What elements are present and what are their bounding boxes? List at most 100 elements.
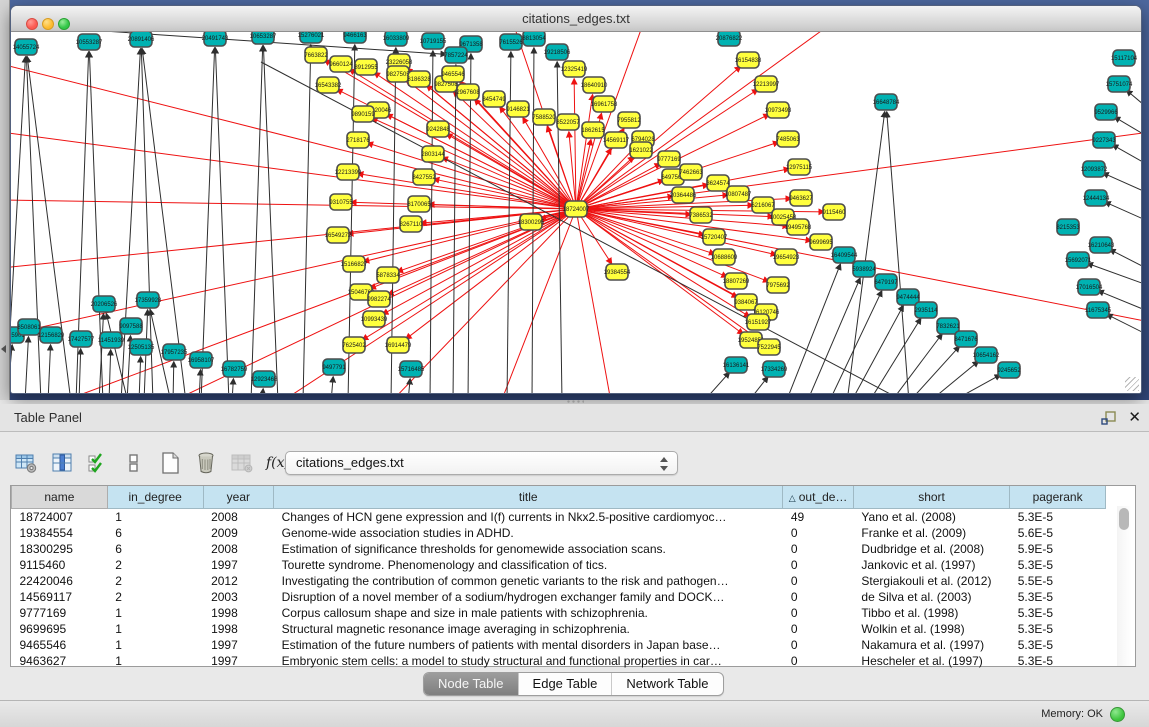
graph-node[interactable]: 20491743 [202,32,229,46]
graph-node-selected[interactable]: 12975115 [786,159,813,175]
graph-node[interactable]: 2935114 [915,302,939,318]
graph-node-selected[interactable]: 9463627 [789,190,813,206]
graph-node-selected[interactable]: 7386532 [689,207,713,223]
table-cell[interactable]: Tourette syndrome. Phenomenology and cla… [274,557,783,573]
graph-node-selected[interactable]: 19495768 [785,219,812,235]
float-window-icon[interactable] [1101,410,1117,426]
graph-edge[interactable] [1107,314,1141,336]
graph-node[interactable]: 16409544 [831,247,858,263]
graph-node[interactable]: 12444134 [1083,190,1110,206]
graph-edge[interactable] [109,350,111,393]
column-header-year[interactable]: year [203,486,274,509]
graph-node-selected[interactable]: 7955812 [617,112,641,128]
table-cell[interactable]: 5.3E-5 [1010,589,1106,605]
table-scrollbar-thumb[interactable] [1119,508,1129,530]
table-row[interactable]: 977716911998Corpus callosum shape and si… [12,605,1106,621]
table-cell[interactable]: 5.9E-5 [1010,541,1106,557]
table-cell[interactable]: Corpus callosum shape and size in male p… [274,605,783,621]
graph-edge[interactable] [869,319,921,393]
graph-node-selected[interactable]: 10688609 [711,249,738,265]
graph-edge[interactable] [1113,145,1141,166]
graph-node[interactable]: 16648784 [873,94,900,110]
table-cell[interactable]: Nakamura et al. (1997) [853,637,1009,653]
graph-node[interactable]: 20891406 [128,32,155,47]
graph-node[interactable]: 10654162 [973,347,1000,363]
table-row[interactable]: 946362711997Embryonic stem cells: a mode… [12,653,1106,669]
graph-node-selected[interactable]: 16914479 [385,337,412,353]
table-cell[interactable]: 5.3E-5 [1010,621,1106,637]
graph-node-selected[interactable]: 19384554 [604,264,631,280]
graph-node-selected[interactable]: 9777169 [657,151,681,167]
table-cell[interactable]: de Silva et al. (2003) [853,589,1009,605]
graph-node-selected[interactable]: 8186328 [407,71,431,87]
graph-edge[interactable] [1127,90,1141,110]
graph-edge[interactable] [139,357,141,393]
table-cell[interactable]: 5.3E-5 [1010,637,1106,653]
graph-edge[interactable] [891,334,942,393]
new-column-icon[interactable] [158,451,182,475]
graph-node[interactable]: 7615526 [499,34,523,50]
graph-node[interactable]: 15751074 [1106,76,1133,92]
graph-node-selected[interactable]: 18640910 [581,77,608,93]
graph-node-selected[interactable]: 2718176 [346,132,370,148]
table-cell[interactable]: Hescheler et al. (1997) [853,653,1009,669]
graph-edge[interactable] [25,337,28,393]
graph-node-selected[interactable]: 16549272 [325,227,352,243]
table-cell[interactable]: Estimation of the future numbers of pati… [274,637,783,653]
graph-edge[interactable] [251,46,263,393]
table-row[interactable]: 1830029562008Estimation of significance … [12,541,1106,557]
graph-node-selected[interactable]: 8454749 [482,91,506,107]
graph-node-selected[interactable]: 12325419 [561,61,588,77]
table-cell[interactable]: 9777169 [12,605,108,621]
graph-node[interactable]: 5938924 [852,261,876,277]
table-scrollbar[interactable] [1117,506,1132,666]
table-cell[interactable]: 0 [783,589,854,605]
table-cell[interactable]: 5.3E-5 [1010,605,1106,621]
table-cell[interactable]: 18300295 [12,541,108,557]
graph-node[interactable]: 6479197 [874,274,898,290]
table-cell[interactable]: 1998 [203,621,274,637]
graph-node-selected[interactable]: 7663822 [304,47,328,63]
graph-node-selected[interactable]: 9660124 [329,56,353,72]
table-cell[interactable]: 49 [783,509,854,526]
table-cell[interactable]: Disruption of a novel member of a sodium… [274,589,783,605]
table-cell[interactable]: 22420046 [12,573,108,589]
table-row[interactable]: 2242004622012Investigating the contribut… [12,573,1106,589]
graph-node-selected[interactable]: 14569117 [603,132,630,148]
graph-node-selected[interactable]: 9699695 [809,234,833,250]
graph-node[interactable]: 14055724 [13,39,40,55]
graph-edge-selected[interactable] [11,64,576,209]
graph-edge-selected[interactable] [11,132,576,209]
table-cell[interactable]: Wolkin et al. (1998) [853,621,1009,637]
graph-edge[interactable] [1110,250,1141,270]
graph-node-selected[interactable]: 7485063 [776,131,800,147]
table-cell[interactable]: Structural magnetic resonance image aver… [274,621,783,637]
table-cell[interactable]: Estimation of significance thresholds fo… [274,541,783,557]
graph-edge[interactable] [232,379,233,393]
table-cell[interactable]: Yano et al. (2008) [853,509,1009,526]
graph-node-selected[interactable]: 18807269 [723,273,750,289]
graph-edge-selected[interactable] [447,134,576,209]
graph-node[interactable]: 11675345 [1085,302,1112,318]
table-row[interactable]: 1938455462009Genome-wide association stu… [12,525,1106,541]
graph-edge[interactable] [703,372,729,393]
tab-node-table[interactable]: Node Table [424,673,518,695]
graph-node-selected[interactable]: 20364486 [670,187,697,203]
table-cell[interactable]: 1 [107,653,203,669]
collapse-arrow-icon[interactable] [1,345,6,353]
graph-node-selected[interactable]: 16154838 [735,52,762,68]
table-cell[interactable]: Tibbo et al. (1998) [853,605,1009,621]
graph-edge[interactable] [201,48,215,393]
graph-node[interactable]: 17334269 [761,361,788,377]
table-cell[interactable]: 1997 [203,637,274,653]
tab-network-table[interactable]: Network Table [611,673,722,695]
graph-node[interactable]: 10653287 [250,32,277,44]
graph-node[interactable]: 20206526 [91,296,118,312]
table-cell[interactable]: Embryonic stem cells: a model to study s… [274,653,783,669]
memory-ok-indicator[interactable] [1110,707,1125,722]
graph-edge[interactable] [748,377,768,393]
graph-node-selected[interactable]: 7522945 [757,339,781,355]
close-panel-icon[interactable]: ✕ [1128,408,1141,426]
table-cell[interactable]: 2012 [203,573,274,589]
graph-node[interactable]: 12093872 [1081,161,1108,177]
